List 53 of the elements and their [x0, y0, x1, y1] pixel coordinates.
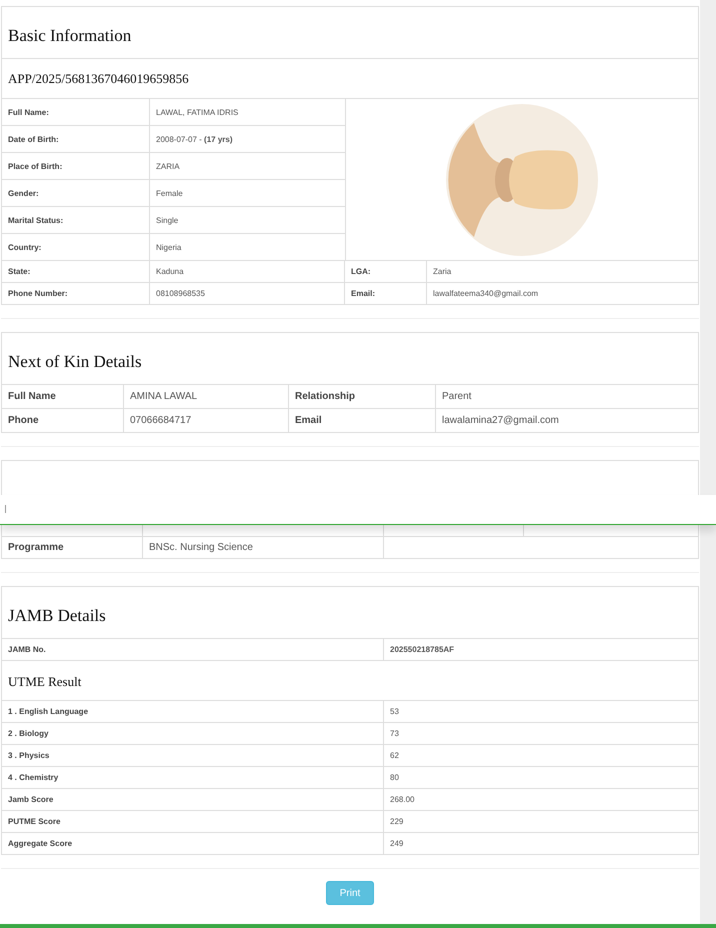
field-value: Single	[156, 216, 178, 224]
field-label: Relationship	[288, 385, 435, 408]
score-value: 53	[383, 701, 698, 722]
field-value: lawalfateema340@gmail.com	[426, 283, 698, 304]
section-title: JAMB Details	[2, 587, 698, 639]
field-label: Phone	[7, 414, 40, 428]
field-label: Email:	[344, 283, 426, 304]
field-label: Country:	[7, 242, 42, 254]
field-value: BNSc. Nursing Science	[142, 537, 383, 558]
score-value: 73	[383, 723, 698, 744]
field-value: Kaduna	[149, 261, 344, 282]
score-value: 62	[383, 745, 698, 766]
field-value: Zaria	[426, 261, 698, 282]
text-cursor-icon	[5, 505, 6, 513]
field-value: AMINA LAWAL	[123, 385, 288, 408]
field-value: lawalamina27@gmail.com	[435, 409, 698, 432]
field-value: 202550218785AF	[383, 639, 698, 660]
section-title: Basic Information	[2, 7, 698, 59]
subsection-title: UTME Result	[2, 661, 698, 701]
field-label: Email	[288, 409, 435, 432]
score-value: 268.00	[383, 789, 698, 810]
subject-label: PUTME Score	[7, 816, 62, 828]
field-value: Female	[156, 188, 183, 198]
application-number: APP/2025/5681367046019659856	[2, 59, 698, 99]
score-value: 80	[383, 767, 698, 788]
subject-label: 4 . Chemistry	[7, 772, 60, 784]
print-button[interactable]: Print	[326, 881, 374, 905]
field-label: Place of Birth:	[7, 160, 64, 172]
subject-label: 1 . English Language	[7, 706, 90, 718]
subject-label: Jamb Score	[7, 794, 54, 806]
field-label: Programme	[7, 541, 65, 555]
field-label: Date of Birth:	[7, 134, 60, 146]
field-value: ZARIA	[156, 162, 180, 170]
field-label: Gender:	[7, 188, 40, 200]
subject-label: Aggregate Score	[7, 838, 74, 850]
field-label: Full Name:	[7, 106, 50, 118]
field-label: State:	[7, 266, 32, 278]
field-label: Phone Number:	[7, 288, 69, 300]
field-value: LAWAL, FATIMA IDRIS	[156, 108, 238, 116]
field-value: 08108968535	[149, 283, 344, 304]
section-title: Next of Kin Details	[2, 333, 698, 385]
score-value: 249	[383, 833, 698, 854]
field-label: LGA:	[344, 261, 426, 282]
subject-label: 3 . Physics	[7, 750, 50, 762]
score-value: 229	[383, 811, 698, 832]
field-label: Full Name	[7, 390, 57, 404]
field-value: 07066684717	[123, 409, 288, 432]
subject-label: 2 . Biology	[7, 728, 50, 740]
field-label: JAMB No.	[7, 644, 47, 656]
field-value: 2008-07-07 - (17 yrs)	[156, 134, 232, 144]
field-value: Nigeria	[156, 242, 182, 252]
field-value: Parent	[435, 385, 698, 408]
field-label: Marital Status:	[7, 214, 64, 226]
